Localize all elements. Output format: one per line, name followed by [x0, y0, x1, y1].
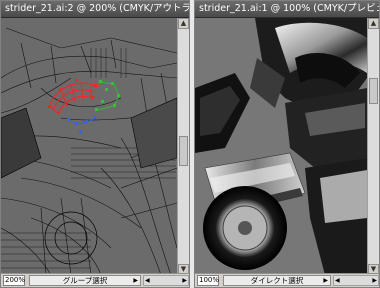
zoom-level-field[interactable]: 100%	[197, 275, 219, 286]
triangle-left-icon[interactable]: ◀	[145, 275, 150, 286]
status-label: グループ選択	[62, 276, 108, 285]
document-window-preview[interactable]: strider_21.ai:1 @ 100% (CMYK/プレビュー) ▲ ▼ …	[194, 0, 380, 288]
artwork-canvas-outline[interactable]	[1, 18, 177, 275]
zoom-level-field[interactable]: 200%	[3, 275, 25, 286]
triangle-up-icon[interactable]: ▲	[178, 18, 189, 29]
preview-artwork	[195, 18, 367, 275]
window-title: strider_21.ai:1 @ 100% (CMYK/プレビュー)	[199, 3, 380, 14]
vertical-scrollbar[interactable]: ▲ ▼	[367, 18, 379, 275]
triangle-right-icon: ▶	[133, 277, 138, 284]
window-titlebar[interactable]: strider_21.ai:1 @ 100% (CMYK/プレビュー)	[195, 1, 379, 18]
scroll-thumb[interactable]	[179, 136, 188, 166]
outline-artwork	[1, 18, 177, 275]
vertical-scrollbar[interactable]: ▲ ▼	[177, 18, 189, 275]
artwork-canvas-preview[interactable]	[195, 18, 367, 275]
window-titlebar[interactable]: strider_21.ai:2 @ 200% (CMYK/アウトライン)	[1, 1, 189, 18]
triangle-up-icon[interactable]: ▲	[368, 18, 379, 29]
status-dropdown[interactable]: ダイレクト選択 ▶	[223, 275, 331, 286]
document-window-outline[interactable]: strider_21.ai:2 @ 200% (CMYK/アウトライン)	[0, 0, 190, 288]
status-bar: 100% ダイレクト選択 ▶ ◀ ▶	[195, 273, 379, 287]
triangle-right-icon: ▶	[323, 277, 328, 284]
window-title: strider_21.ai:2 @ 200% (CMYK/アウトライン)	[5, 3, 189, 14]
horizontal-scrollbar[interactable]: ◀ ▶	[333, 275, 379, 286]
status-dropdown[interactable]: グループ選択 ▶	[29, 275, 141, 286]
horizontal-scrollbar[interactable]: ◀ ▶	[143, 275, 189, 286]
status-bar: 200% グループ選択 ▶ ◀ ▶	[1, 273, 189, 287]
triangle-right-icon[interactable]: ▶	[182, 275, 187, 286]
scroll-thumb[interactable]	[369, 78, 378, 104]
status-label: ダイレクト選択	[250, 276, 304, 285]
triangle-right-icon[interactable]: ▶	[372, 275, 377, 286]
triangle-left-icon[interactable]: ◀	[335, 275, 340, 286]
